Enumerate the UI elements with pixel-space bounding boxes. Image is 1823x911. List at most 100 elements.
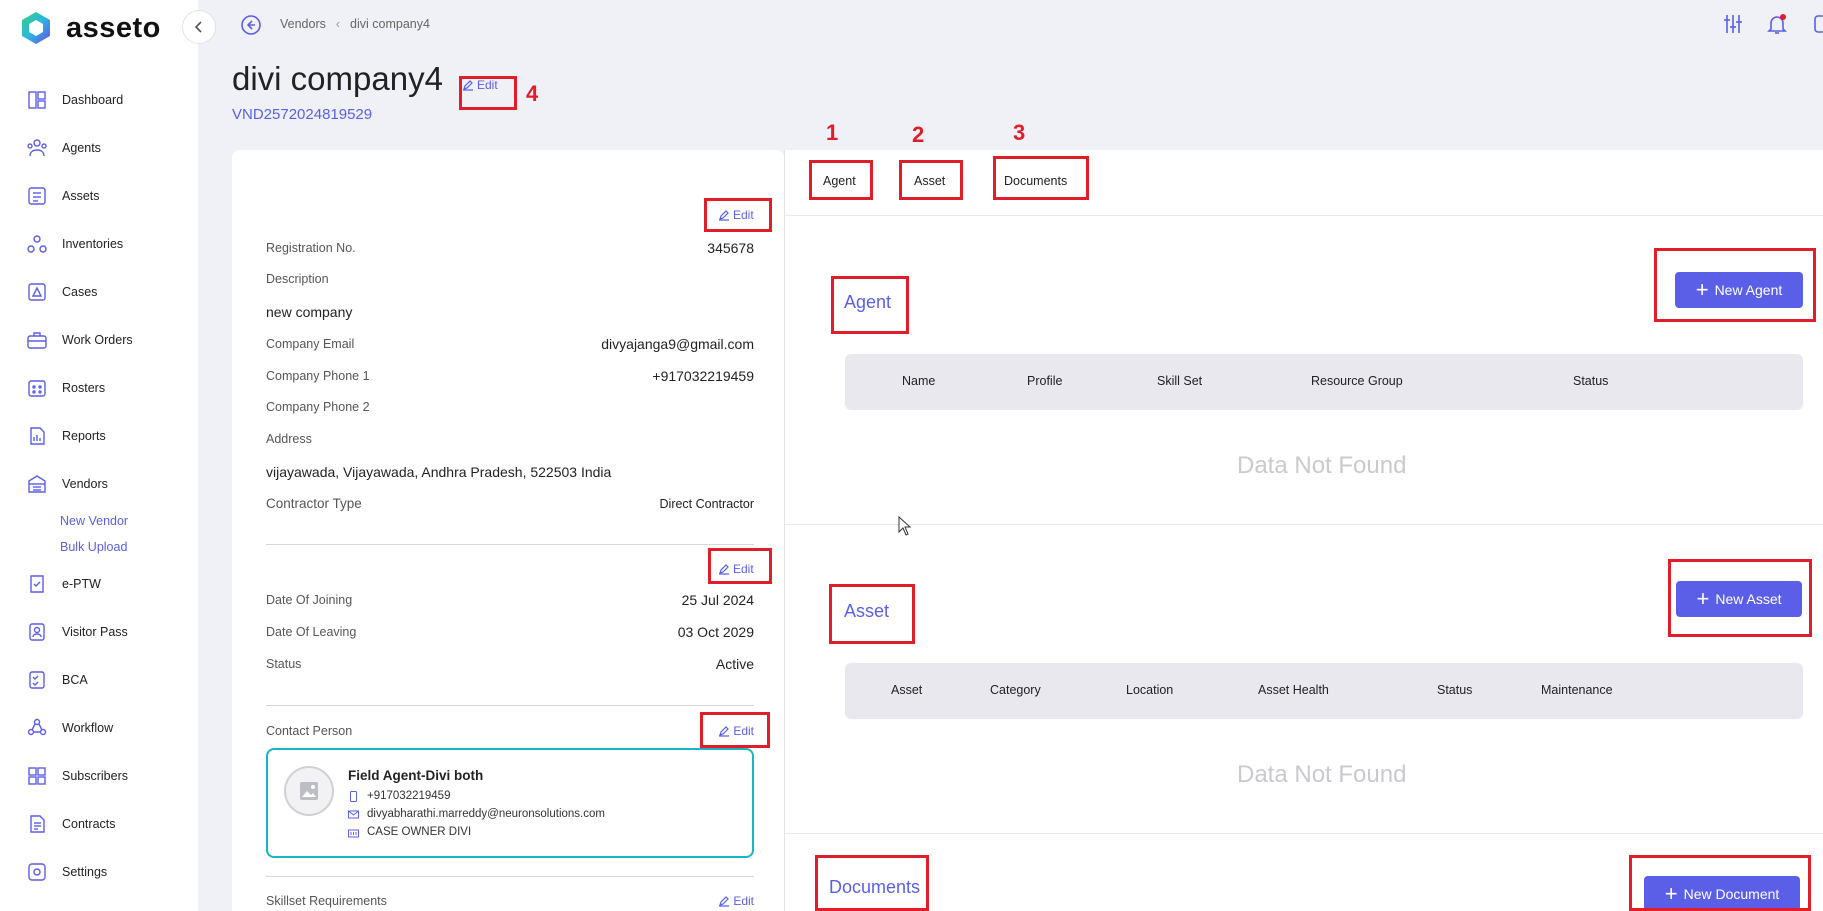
sidebar-item-contracts[interactable]: Contracts bbox=[0, 800, 198, 848]
sidebar-item-label: Subscribers bbox=[62, 769, 128, 783]
asset-table-header: Asset Category Location Asset Health Sta… bbox=[845, 663, 1803, 719]
email-label: Company Email bbox=[266, 337, 355, 351]
sidebar-item-subscribers[interactable]: Subscribers bbox=[0, 752, 198, 800]
skillset-row: Skillset Requirements Edit bbox=[266, 894, 754, 908]
sidebar-subitem-new-vendor[interactable]: New Vendor bbox=[0, 508, 198, 534]
sidebar-item-label: Rosters bbox=[62, 381, 106, 395]
breadcrumb-current: divi company4 bbox=[350, 17, 430, 31]
avatar bbox=[284, 766, 334, 816]
registration-label: Registration No. bbox=[266, 241, 356, 255]
sidebar-item-bca[interactable]: BCA bbox=[0, 656, 198, 704]
collapse-sidebar-button[interactable] bbox=[182, 10, 216, 44]
section-divider bbox=[266, 705, 754, 706]
filter-sliders-icon[interactable] bbox=[1721, 12, 1745, 36]
sidebar-item-label: Vendors bbox=[62, 477, 108, 491]
agent-table-header: Name Profile Skill Set Resource Group St… bbox=[845, 354, 1803, 410]
phone1-value: +917032219459 bbox=[652, 368, 754, 384]
contact-phone: +917032219459 bbox=[367, 790, 451, 802]
annotation-box-edit-dates bbox=[708, 548, 772, 584]
description-value: new company bbox=[266, 304, 353, 320]
phone1-row: Company Phone 1 +917032219459 bbox=[266, 368, 754, 384]
status-label: Status bbox=[266, 657, 302, 671]
vendor-id: VND2572024819529 bbox=[232, 106, 373, 123]
assets-icon bbox=[28, 187, 46, 205]
vendor-details-card: Edit Registration No. 345678 Description… bbox=[232, 150, 784, 911]
annotation-box-3 bbox=[993, 156, 1089, 200]
email-value: divyajanga9@gmail.com bbox=[601, 336, 754, 352]
agents-icon bbox=[27, 139, 47, 157]
annotation-number-4: 4 bbox=[526, 81, 539, 106]
contact-role: CASE OWNER DIVI bbox=[367, 826, 472, 838]
bca-icon bbox=[29, 671, 45, 689]
app-logo[interactable]: asseto bbox=[18, 8, 161, 48]
section-divider bbox=[785, 833, 1823, 834]
edit-label: Edit bbox=[733, 894, 754, 908]
sidebar-item-label: e-PTW bbox=[62, 577, 101, 591]
mail-icon bbox=[348, 810, 359, 818]
contractor-row: Contractor Type Direct Contractor bbox=[266, 496, 754, 511]
leaving-label: Date Of Leaving bbox=[266, 625, 357, 639]
vendors-icon bbox=[28, 475, 46, 493]
annotation-box-edit-contact bbox=[700, 712, 770, 748]
contact-email-line: divyabharathi.marreddy@neuronsolutions.c… bbox=[348, 808, 605, 820]
sidebar-item-work-orders[interactable]: Work Orders bbox=[0, 316, 198, 364]
sidebar-item-workflow[interactable]: Workflow bbox=[0, 704, 198, 752]
annotation-box-agent-title bbox=[831, 276, 909, 334]
sidebar-item-agents[interactable]: Agents bbox=[0, 124, 198, 172]
sidebar-item-label: BCA bbox=[62, 673, 88, 687]
sidebar-item-label: Visitor Pass bbox=[62, 625, 128, 639]
top-actions bbox=[1721, 12, 1823, 36]
address-label: Address bbox=[266, 432, 312, 446]
sidebar-item-label: Contracts bbox=[62, 817, 116, 831]
breadcrumb: Vendors ‹ divi company4 bbox=[280, 17, 430, 31]
joining-label: Date Of Joining bbox=[266, 593, 353, 607]
agent-empty-state: Data Not Found bbox=[1237, 452, 1407, 479]
back-arrow-icon[interactable] bbox=[240, 14, 262, 36]
breadcrumb-parent[interactable]: Vendors bbox=[280, 17, 326, 31]
address-row: Address bbox=[266, 432, 754, 446]
description-label: Description bbox=[266, 272, 329, 286]
contact-person-card[interactable]: Field Agent-Divi both +917032219459 divy… bbox=[266, 748, 754, 858]
sidebar-item-assets[interactable]: Assets bbox=[0, 172, 198, 220]
asset-col-location: Location bbox=[1126, 683, 1174, 697]
contact-name: Field Agent-Divi both bbox=[348, 768, 484, 783]
asset-col-asset: Asset bbox=[891, 683, 923, 697]
sidebar-item-eptw[interactable]: e-PTW bbox=[0, 560, 198, 608]
workflow-icon bbox=[27, 718, 47, 736]
asseto-logo-icon bbox=[22, 12, 50, 44]
cases-icon bbox=[28, 283, 46, 301]
section-divider bbox=[785, 524, 1823, 525]
breadcrumb-separator-icon: ‹ bbox=[335, 17, 341, 31]
sidebar-item-inventories[interactable]: Inventories bbox=[0, 220, 198, 268]
annotation-number-2: 2 bbox=[912, 122, 925, 147]
sidebar-item-settings[interactable]: Settings bbox=[0, 848, 198, 896]
status-value: Active bbox=[715, 656, 754, 672]
annotation-box-edit-details bbox=[704, 198, 772, 232]
sidebar-item-dashboard[interactable]: Dashboard bbox=[0, 76, 198, 124]
sidebar-item-label: Inventories bbox=[62, 237, 124, 251]
agent-col-profile: Profile bbox=[1027, 374, 1063, 388]
notification-bell-icon[interactable] bbox=[1765, 12, 1789, 36]
section-divider bbox=[266, 876, 754, 877]
profile-menu-icon[interactable] bbox=[1809, 12, 1823, 36]
sidebar-item-reports[interactable]: Reports bbox=[0, 412, 198, 460]
annotation-box-documents-title bbox=[815, 855, 929, 911]
asset-empty-state: Data Not Found bbox=[1237, 761, 1407, 788]
mouse-cursor-icon bbox=[898, 516, 912, 536]
contact-email: divyabharathi.marreddy@neuronsolutions.c… bbox=[367, 808, 605, 820]
sidebar-item-visitor-pass[interactable]: Visitor Pass bbox=[0, 608, 198, 656]
sidebar-item-label: Workflow bbox=[62, 721, 114, 735]
sidebar-item-vendors[interactable]: Vendors bbox=[0, 460, 198, 508]
annotation-box-asset-title bbox=[829, 584, 915, 644]
annotation-number-3: 3 bbox=[1013, 120, 1026, 145]
edit-skillset-button[interactable]: Edit bbox=[718, 894, 754, 908]
settings-icon bbox=[28, 863, 46, 881]
sidebar-subitem-bulk-upload[interactable]: Bulk Upload bbox=[0, 534, 198, 560]
sidebar-item-rosters[interactable]: Rosters bbox=[0, 364, 198, 412]
subscribers-icon bbox=[28, 767, 46, 785]
email-row: Company Email divyajanga9@gmail.com bbox=[266, 336, 754, 352]
sidebar-item-cases[interactable]: Cases bbox=[0, 268, 198, 316]
sidebar-item-label: Work Orders bbox=[62, 333, 133, 347]
agent-col-name: Name bbox=[902, 374, 936, 388]
contracts-icon bbox=[30, 815, 45, 833]
